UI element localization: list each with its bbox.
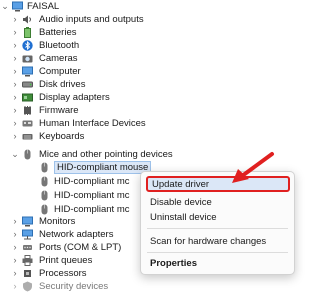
battery-icon (24, 27, 31, 38)
tree-item-firmware[interactable]: › Firmware (0, 104, 200, 117)
chevron-right-icon[interactable]: › (11, 241, 19, 254)
menu-item-scan-hardware[interactable]: Scan for hardware changes (141, 234, 294, 250)
tree-item-label: Ports (COM & LPT) (39, 242, 122, 253)
mouse-icon (24, 149, 31, 160)
chevron-right-icon[interactable]: › (11, 104, 19, 117)
chevron-right-icon[interactable]: › (11, 39, 19, 52)
tree-item-label: Keyboards (39, 131, 85, 142)
tree-item-cameras[interactable]: › Cameras (0, 52, 200, 65)
menu-item-label: Update driver (152, 179, 210, 190)
chevron-right-icon[interactable]: › (11, 130, 19, 143)
bluetooth-icon (22, 40, 33, 51)
tree-item-keyboards[interactable]: › Keyboards (0, 130, 200, 143)
tree-item-label: Human Interface Devices (39, 118, 146, 129)
mouse-icon (41, 176, 48, 187)
menu-item-disable-device[interactable]: Disable device (141, 195, 294, 211)
tree-item-hid[interactable]: › Human Interface Devices (0, 117, 200, 130)
tree-item-label: Print queues (39, 255, 93, 266)
chevron-right-icon[interactable]: › (11, 254, 19, 267)
tree-item-label: Cameras (39, 53, 78, 64)
camera-icon (22, 55, 33, 63)
monitor-icon (22, 66, 33, 77)
hid-icon (22, 120, 33, 127)
tree-item-label: Display adapters (39, 92, 110, 103)
tree-item-computer[interactable]: › Computer (0, 65, 200, 78)
tree-root-label: FAISAL (27, 1, 60, 12)
tree-item-bluetooth[interactable]: › Bluetooth (0, 39, 200, 52)
tree-item-label: Monitors (39, 216, 76, 227)
chevron-right-icon[interactable]: › (11, 267, 19, 280)
chevron-right-icon[interactable]: › (11, 91, 19, 104)
tree-item-security[interactable]: › Security devices (0, 280, 200, 293)
disk-icon (22, 81, 33, 88)
menu-separator (147, 228, 288, 229)
tree-item-label: Disk drives (39, 79, 86, 90)
tree-item-label: Security devices (39, 281, 109, 292)
chevron-right-icon[interactable]: › (11, 228, 19, 241)
tree-item-label: Mice and other pointing devices (39, 149, 173, 160)
tree-item-label: Network adapters (39, 229, 114, 240)
monitor-icon (22, 216, 33, 227)
tree-item-label: Firmware (39, 105, 79, 116)
tree-item-batteries[interactable]: › Batteries (0, 26, 200, 39)
mouse-icon (41, 162, 48, 173)
port-icon (23, 245, 32, 250)
tree-item-label: Processors (39, 268, 87, 279)
keyboard-icon (22, 134, 33, 140)
tree-item-label: HID-compliant mc (54, 190, 130, 201)
pointer-arrow-icon (232, 152, 274, 183)
tree-root[interactable]: ⌄ FAISAL (0, 0, 120, 13)
chevron-right-icon[interactable]: › (11, 117, 19, 130)
menu-item-label: Uninstall device (150, 212, 217, 223)
chevron-right-icon[interactable]: › (11, 215, 19, 228)
tree-item-label: Audio inputs and outputs (39, 14, 144, 25)
security-icon (23, 281, 32, 292)
menu-item-label: Properties (150, 258, 197, 269)
speaker-icon (23, 15, 31, 24)
tree-item-disk-drives[interactable]: › Disk drives (0, 78, 200, 91)
tree-item-label: Bluetooth (39, 40, 80, 51)
tree-item-label: Batteries (39, 27, 77, 38)
menu-item-label: Scan for hardware changes (150, 236, 267, 247)
tree-child-hid-mouse[interactable]: HID-compliant mc (0, 175, 150, 188)
chevron-right-icon[interactable]: › (11, 26, 19, 39)
chevron-right-icon[interactable]: › (11, 65, 19, 78)
tree-item-audio[interactable]: › Audio inputs and outputs (0, 13, 200, 26)
computer-icon (12, 1, 23, 12)
tree-item-label: Computer (39, 66, 81, 77)
tree-item-mice[interactable]: ⌄ Mice and other pointing devices (0, 148, 200, 161)
chip-icon (24, 106, 31, 115)
chevron-right-icon[interactable]: › (11, 52, 19, 65)
display-adapter-icon (22, 93, 33, 102)
menu-separator (147, 252, 288, 253)
tree-item-label: HID-compliant mc (54, 176, 130, 187)
chevron-right-icon[interactable]: › (11, 13, 19, 26)
chevron-down-icon[interactable]: ⌄ (1, 0, 9, 13)
chevron-down-icon[interactable]: ⌄ (11, 148, 19, 161)
menu-item-label: Disable device (150, 197, 212, 208)
network-icon (22, 229, 33, 240)
tree-item-display-adapters[interactable]: › Display adapters (0, 91, 200, 104)
chevron-right-icon[interactable]: › (11, 280, 19, 293)
chevron-right-icon[interactable]: › (11, 78, 19, 91)
menu-item-uninstall-device[interactable]: Uninstall device (141, 210, 294, 226)
mouse-icon (41, 204, 48, 215)
cpu-icon (24, 270, 31, 277)
menu-item-properties[interactable]: Properties (141, 256, 294, 272)
mouse-icon (41, 190, 48, 201)
tree-child-hid-mouse-selected[interactable]: HID-compliant mouse (0, 161, 152, 174)
tree-item-label: HID-compliant mouse (54, 161, 152, 174)
printer-icon (22, 255, 33, 266)
tree-child-hid-mouse[interactable]: HID-compliant mc (0, 189, 150, 202)
